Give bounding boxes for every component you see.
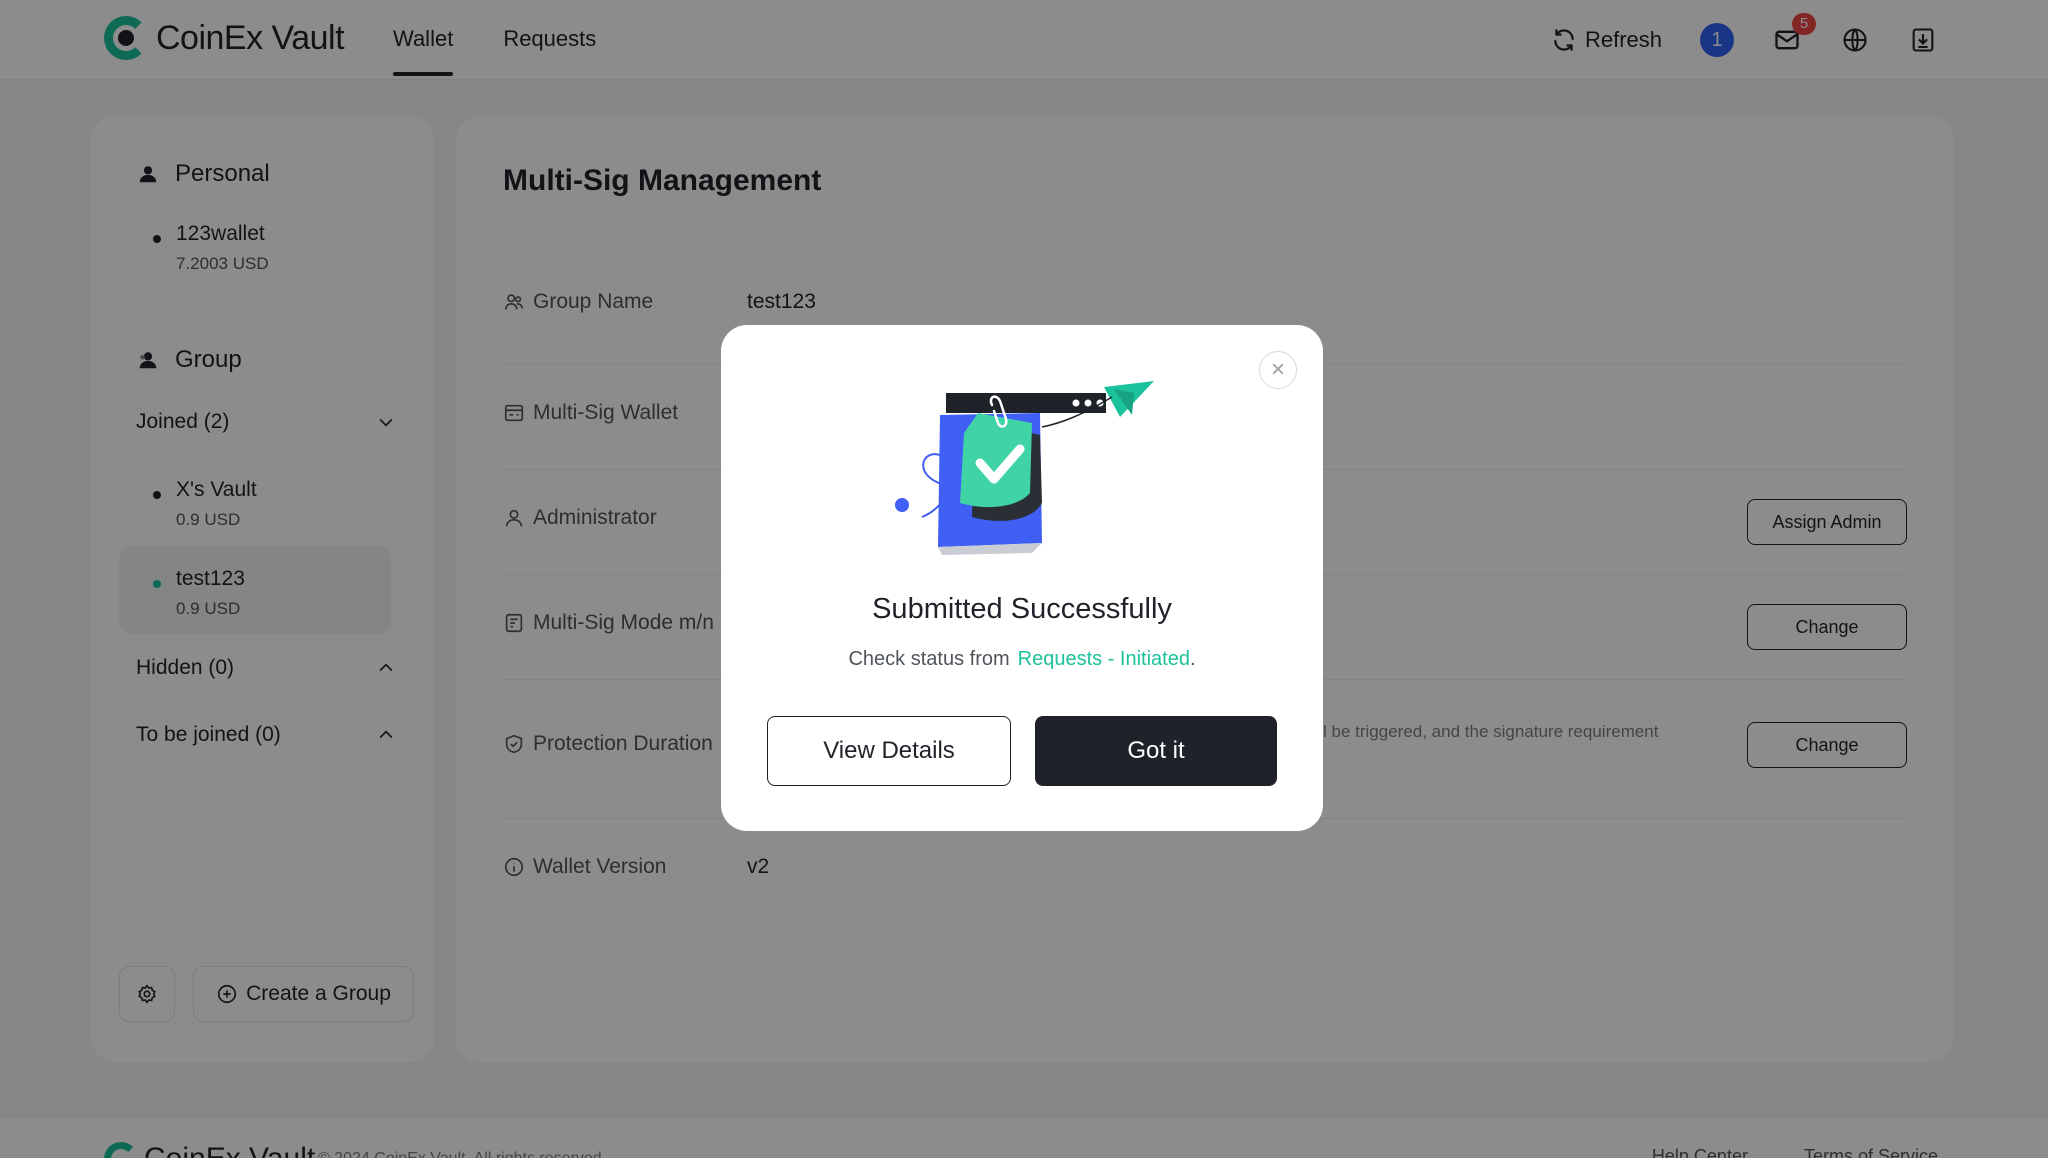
- subtitle-suffix: .: [1189, 648, 1196, 670]
- got-it-button[interactable]: Got it: [1035, 716, 1277, 786]
- dialog-title: Submitted Successfully: [872, 593, 1172, 625]
- requests-initiated-link[interactable]: Requests - Initiated: [1018, 648, 1190, 670]
- close-icon[interactable]: ×: [1259, 351, 1297, 389]
- view-details-button[interactable]: View Details: [767, 716, 1011, 786]
- dialog-subtitle: Check status from Requests - Initiated.: [721, 648, 1323, 671]
- subtitle-prefix: Check status from: [848, 648, 1010, 670]
- success-illustration: [895, 381, 1154, 555]
- submitted-success-dialog: × Submitted Successfully Check status fr…: [721, 325, 1323, 831]
